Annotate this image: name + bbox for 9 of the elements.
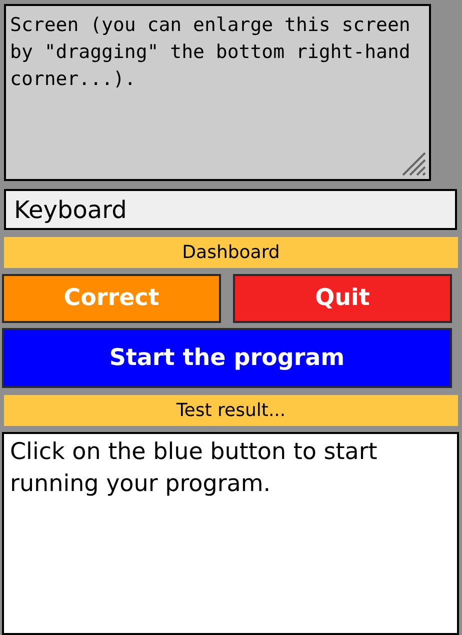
screen-area[interactable]: Screen (you can enlarge this screen by "dragging" the bottom right-hand corner...). <box>4 4 431 181</box>
output-text: Click on the blue button to start running your program. <box>10 438 378 499</box>
dashboard-bar: Dashboard <box>4 237 458 268</box>
start-button[interactable]: Start the program <box>2 328 452 388</box>
keyboard-field[interactable]: Keyboard <box>4 189 457 230</box>
control-button[interactable]: Quit <box>233 274 452 323</box>
screen-text: Screen (you can enlarge this screen by "dragging" the bottom right-hand corner...). <box>10 13 412 92</box>
resize-handle-icon[interactable] <box>401 151 427 177</box>
result-bar: Test result... <box>4 395 458 426</box>
